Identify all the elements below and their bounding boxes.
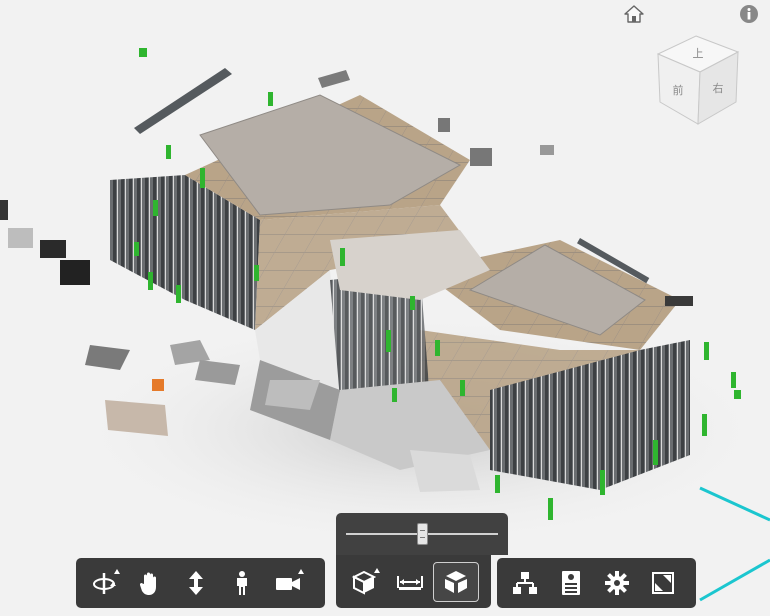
gear-icon	[605, 571, 629, 595]
navigation-toolbar	[76, 558, 325, 608]
cyan-gridline	[699, 486, 770, 602]
viewcube-top-label: 上	[693, 47, 704, 60]
tree-icon	[513, 572, 537, 594]
camera-button[interactable]	[265, 563, 311, 603]
viewcube-front-label: 前	[673, 83, 684, 97]
hand-icon	[139, 572, 156, 595]
fullscreen-button[interactable]	[640, 563, 686, 603]
explode-button[interactable]	[433, 561, 479, 602]
measure-button[interactable]	[387, 562, 433, 602]
pan-button[interactable]	[127, 563, 173, 603]
explode-slider-thumb[interactable]	[417, 523, 428, 545]
properties-icon	[562, 571, 580, 595]
person-icon	[237, 571, 247, 595]
explode-slider-panel	[336, 513, 508, 555]
viewcube[interactable]: 上 前 右	[650, 32, 742, 128]
model-toolbar	[336, 555, 491, 608]
zoom-vertical-arrows-icon	[189, 571, 203, 595]
first-person-button[interactable]	[219, 563, 265, 603]
fullscreen-icon	[652, 572, 674, 594]
info-icon	[740, 5, 758, 23]
zoom-button[interactable]	[173, 563, 219, 603]
orange-element	[152, 379, 164, 391]
explode-cube-icon	[445, 570, 467, 593]
home-icon	[624, 5, 644, 23]
viewcube-right-label: 右	[713, 81, 724, 95]
model-browser-button[interactable]	[502, 563, 548, 603]
section-box-icon	[352, 570, 376, 595]
section-button[interactable]	[341, 562, 387, 602]
home-button[interactable]	[623, 3, 645, 25]
properties-button[interactable]	[548, 563, 594, 603]
info-button[interactable]	[738, 3, 760, 25]
orbit-button[interactable]	[81, 563, 127, 603]
settings-toolbar	[497, 558, 696, 608]
settings-button[interactable]	[594, 563, 640, 603]
measure-icon	[397, 575, 423, 590]
camera-icon	[276, 578, 300, 590]
